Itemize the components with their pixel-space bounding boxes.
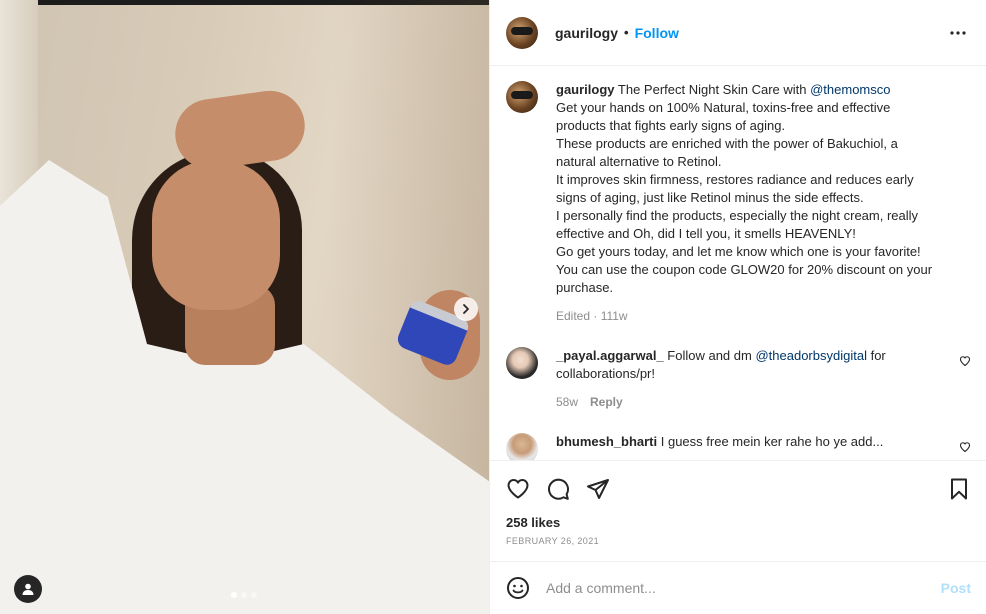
comment-body: _payal.aggarwal_ Follow and dm @theadorb… [556, 347, 971, 411]
user-tag-icon [22, 583, 34, 595]
carousel-dots [231, 592, 257, 598]
caption-line: gaurilogy The Perfect Night Skin Care wi… [556, 81, 971, 99]
comment-username[interactable]: _payal.aggarwal_ [556, 348, 664, 363]
emoji-button[interactable] [506, 576, 530, 600]
more-horizontal-icon [950, 30, 966, 35]
comment-line: _payal.aggarwal_ Follow and dm @theadorb… [556, 347, 971, 365]
share-button[interactable] [586, 477, 610, 501]
caption-body: gaurilogy The Perfect Night Skin Care wi… [556, 81, 971, 325]
post-details-panel: gaurilogy • Follow gaurilogy The Perfect… [489, 0, 986, 614]
caption-meta: Edited · 111w [556, 309, 628, 323]
caption-line: products that fights early signs of agin… [556, 118, 786, 133]
caption-line: I personally find the products, especial… [556, 208, 919, 223]
chevron-right-icon [463, 304, 469, 314]
more-options-button[interactable] [946, 21, 970, 45]
likes-count[interactable]: 258 likes [506, 515, 971, 530]
avatar[interactable] [506, 81, 538, 113]
caption-line: signs of aging, just like Retinol minus … [556, 190, 864, 205]
post-media[interactable] [0, 0, 489, 614]
heart-icon [507, 479, 529, 499]
comment-composer: Post [490, 561, 986, 614]
post-date: February 26, 2021 [506, 536, 600, 546]
comment-time: 58w [556, 395, 579, 409]
photo-face [152, 160, 280, 310]
comment-like-icon[interactable] [959, 355, 971, 367]
like-button[interactable] [506, 477, 530, 501]
comment-line: bhumesh_bharti I guess free mein ker rah… [556, 433, 971, 451]
caption-line: purchase. [556, 280, 614, 295]
action-icons [506, 477, 971, 501]
caption-text: The Perfect Night Skin Care with [617, 82, 807, 97]
avatar[interactable] [506, 16, 538, 49]
comments-list[interactable]: gaurilogy The Perfect Night Skin Care wi… [490, 67, 986, 460]
carousel-next-button[interactable] [454, 297, 478, 321]
caption-mention[interactable]: @themomsco [810, 82, 890, 97]
carousel-dot [251, 592, 257, 598]
tagged-users-button[interactable] [14, 575, 42, 603]
header-separator: • [624, 25, 629, 40]
follow-button[interactable]: Follow [635, 25, 679, 41]
comment-input[interactable] [546, 580, 941, 596]
avatar[interactable] [506, 347, 538, 379]
caption-username[interactable]: gaurilogy [556, 82, 615, 97]
caption-line: These products are enriched with the pow… [556, 136, 898, 151]
carousel-dot [231, 592, 237, 598]
avatar[interactable] [506, 433, 538, 460]
comment-icon [548, 478, 570, 500]
comment-username[interactable]: bhumesh_bharti [556, 434, 657, 449]
comment-text: Follow and dm [667, 348, 752, 363]
post-actions: 258 likes February 26, 2021 [490, 460, 986, 560]
comment-meta: 58w Reply [556, 393, 971, 411]
comment-item: _payal.aggarwal_ Follow and dm @theadorb… [506, 347, 971, 411]
photo-raised-arm [170, 86, 310, 174]
carousel-dot [241, 592, 247, 598]
caption: gaurilogy The Perfect Night Skin Care wi… [506, 81, 971, 325]
caption-line: natural alternative to Retinol. [556, 154, 722, 169]
comment-like-icon[interactable] [959, 441, 971, 453]
comment-mention[interactable]: @theadorbsydigital [755, 348, 866, 363]
caption-line: Go get yours today, and let me know whic… [556, 244, 921, 259]
post-comment-button[interactable]: Post [941, 580, 971, 596]
caption-line: It improves skin firmness, restores radi… [556, 172, 914, 187]
paper-plane-icon [587, 479, 609, 499]
comment-text: I guess free mein ker rahe ho ye add... [660, 434, 884, 449]
caption-line: Get your hands on 100% Natural, toxins-f… [556, 100, 891, 115]
save-button[interactable] [947, 477, 971, 501]
comment-text: for [870, 348, 886, 363]
reply-button[interactable]: Reply [590, 395, 623, 409]
emoji-icon [507, 577, 529, 599]
bookmark-icon [951, 478, 967, 500]
comment-item: bhumesh_bharti I guess free mein ker rah… [506, 433, 971, 460]
post-username[interactable]: gaurilogy [555, 25, 618, 41]
comment-body: bhumesh_bharti I guess free mein ker rah… [556, 433, 971, 451]
post-header: gaurilogy • Follow [490, 0, 986, 66]
comment-line: collaborations/pr! [556, 366, 655, 381]
comment-button[interactable] [546, 477, 570, 501]
caption-line: effective and Oh, did I tell you, it sme… [556, 226, 856, 241]
caption-line: You can use the coupon code GLOW20 for 2… [556, 262, 933, 277]
